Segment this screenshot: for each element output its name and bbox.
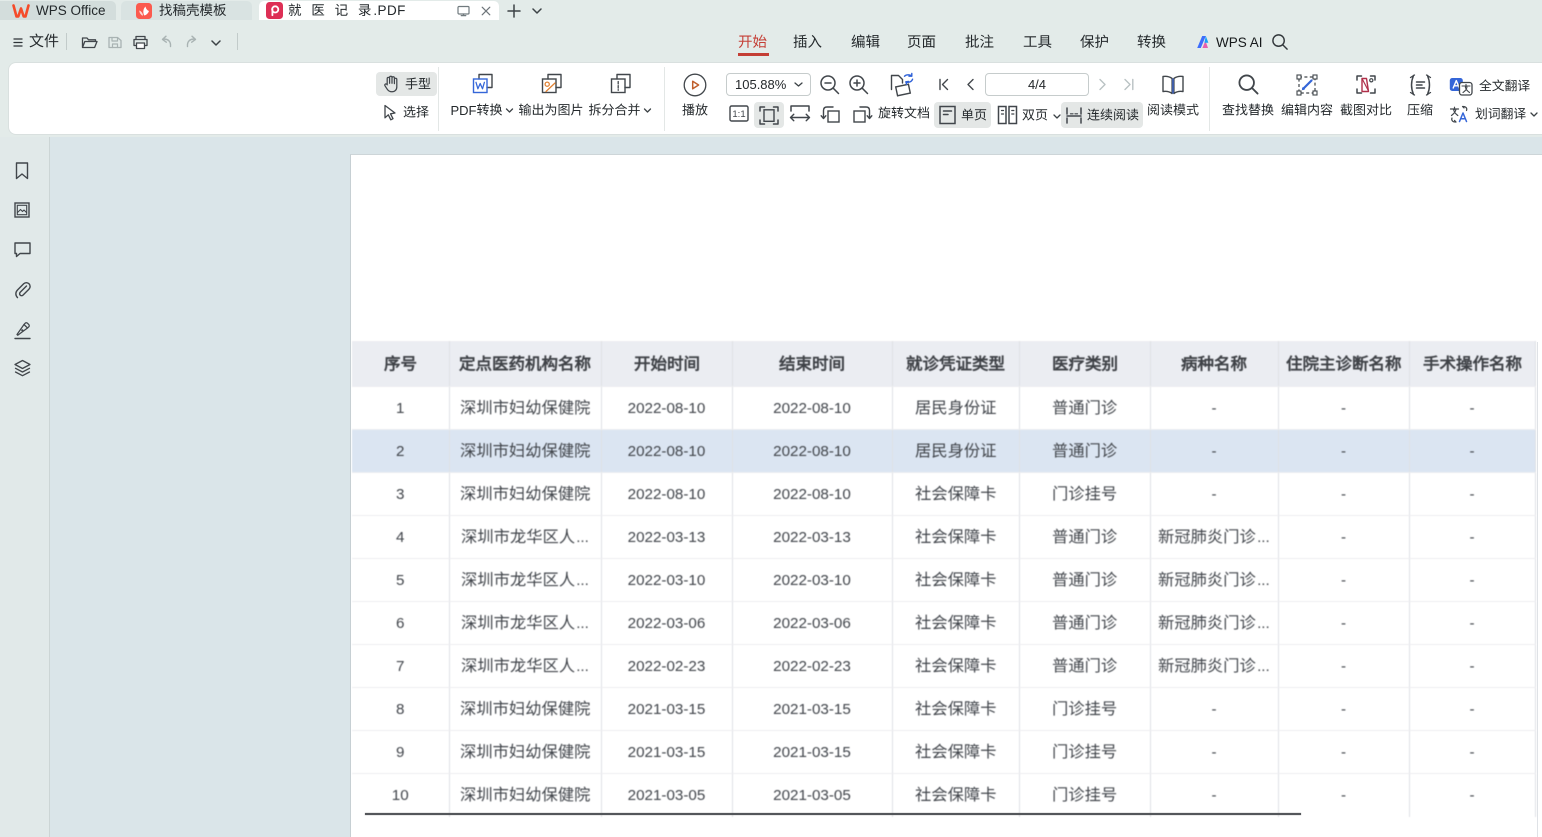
svg-text:1:1: 1:1 <box>732 109 745 120</box>
